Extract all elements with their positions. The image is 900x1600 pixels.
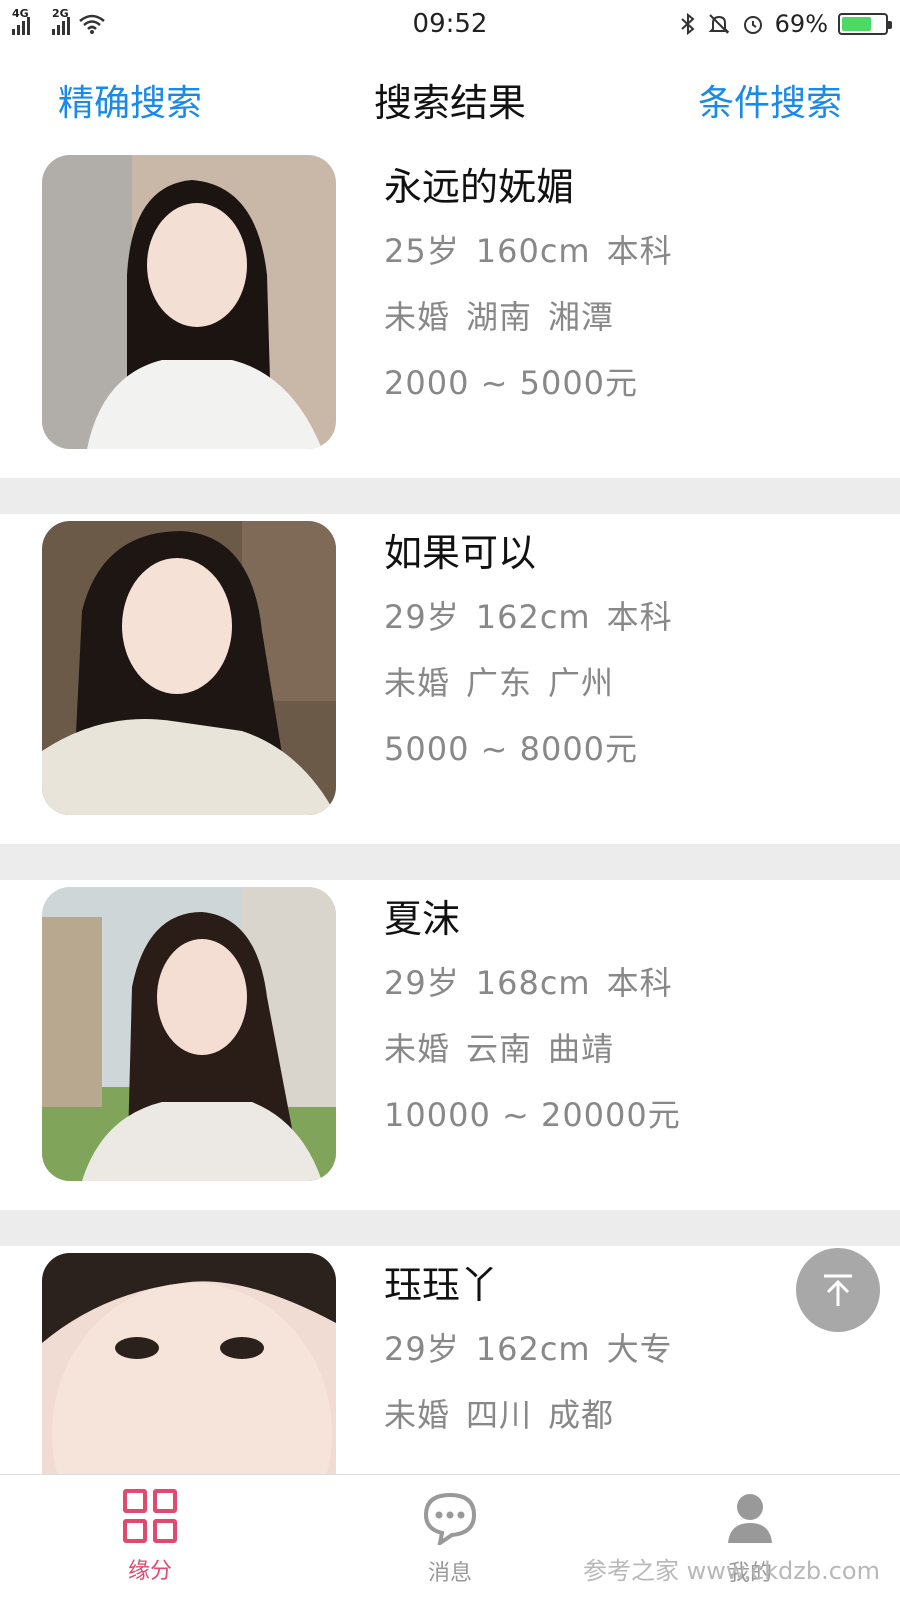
profile-name: 夏沫 bbox=[384, 897, 461, 941]
status-time: 09:52 bbox=[412, 9, 488, 39]
bluetooth-icon bbox=[680, 12, 695, 36]
battery-icon bbox=[838, 13, 892, 35]
profile-basics: 29岁 168cm 本科 bbox=[384, 950, 681, 1016]
tab-label: 消息 bbox=[427, 1561, 472, 1586]
profile-basics: 29岁 162cm 本科 bbox=[384, 584, 673, 650]
status-right: 69% bbox=[679, 10, 892, 38]
profile-province: 云南 bbox=[466, 1030, 533, 1068]
profile-age: 25岁 bbox=[384, 232, 460, 270]
alarm-clock-icon bbox=[743, 16, 762, 34]
profile-city: 湘潭 bbox=[548, 298, 615, 336]
result-list: 永远的妩媚 25岁 160cm 本科 未婚 湖南 湘潭 2000 ~ 5000元 如果可… bbox=[0, 148, 900, 1576]
profile-card[interactable]: 永远的妩媚 25岁 160cm 本科 未婚 湖南 湘潭 2000 ~ 5000元 bbox=[0, 148, 900, 478]
profile-avatar bbox=[42, 887, 336, 1181]
profile-age: 29岁 bbox=[384, 964, 460, 1002]
signal-4g-icon: 4G bbox=[12, 7, 30, 35]
profile-info: 夏沫 29岁 168cm 本科 未婚 云南 曲靖 10000 ~ 20000元 bbox=[384, 888, 681, 1148]
signal-2g-icon: 2G bbox=[52, 7, 70, 35]
profile-card[interactable]: 夏沫 29岁 168cm 本科 未婚 云南 曲靖 10000 ~ 20000元 bbox=[0, 880, 900, 1210]
profile-name: 永远的妩媚 bbox=[384, 165, 575, 209]
arrow-up-icon bbox=[824, 1274, 852, 1306]
tab-bar: 缘分 消息 我的 参考之家 www.ckdzb.com bbox=[0, 1474, 900, 1600]
profile-province: 广东 bbox=[466, 664, 533, 702]
list-separator bbox=[0, 1210, 900, 1246]
profile-marital-status: 未婚 bbox=[384, 1030, 451, 1068]
profile-province: 湖南 bbox=[466, 298, 533, 336]
profile-info: 永远的妩媚 25岁 160cm 本科 未婚 湖南 湘潭 2000 ~ 5000元 bbox=[384, 156, 673, 416]
tab-fate[interactable]: 缘分 bbox=[0, 1475, 300, 1600]
network-type-1: 4G bbox=[12, 7, 29, 20]
profile-avatar bbox=[42, 521, 336, 815]
profile-height: 162cm bbox=[475, 598, 591, 636]
profile-education: 本科 bbox=[606, 598, 673, 636]
profile-marital-status: 未婚 bbox=[384, 298, 451, 336]
profile-location: 未婚 湖南 湘潭 bbox=[384, 284, 673, 350]
condition-search-button[interactable]: 条件搜索 bbox=[698, 74, 842, 126]
profile-age: 29岁 bbox=[384, 1330, 460, 1368]
network-type-2: 2G bbox=[52, 7, 69, 20]
profile-height: 160cm bbox=[475, 232, 591, 270]
profile-education: 大专 bbox=[606, 1330, 673, 1368]
profile-income: 2000 ~ 5000元 bbox=[384, 364, 639, 402]
profile-city: 曲靖 bbox=[548, 1030, 615, 1068]
tab-messages[interactable]: 消息 bbox=[300, 1475, 600, 1600]
wifi-icon bbox=[79, 14, 105, 34]
profile-income: 5000 ~ 8000元 bbox=[384, 730, 639, 768]
profile-basics: 29岁 162cm 大专 bbox=[384, 1316, 673, 1382]
grid-icon bbox=[123, 1489, 177, 1543]
profile-city: 广州 bbox=[548, 664, 615, 702]
mute-bell-icon bbox=[708, 14, 730, 34]
battery-percent: 69% bbox=[774, 10, 828, 38]
battery-level-fill bbox=[842, 17, 871, 31]
profile-name: 珏珏丫 bbox=[384, 1263, 499, 1307]
profile-height: 168cm bbox=[475, 964, 591, 1002]
profile-location: 未婚 四川 成都 bbox=[384, 1382, 673, 1448]
profile-basics: 25岁 160cm 本科 bbox=[384, 218, 673, 284]
status-bar: 4G 2G 09:52 69% bbox=[0, 0, 900, 48]
profile-marital-status: 未婚 bbox=[384, 1396, 451, 1434]
back-to-top-button[interactable] bbox=[796, 1248, 880, 1332]
profile-age: 29岁 bbox=[384, 598, 460, 636]
profile-info: 珏珏丫 29岁 162cm 大专 未婚 四川 成都 bbox=[384, 1254, 673, 1448]
profile-education: 本科 bbox=[606, 232, 673, 270]
profile-education: 本科 bbox=[606, 964, 673, 1002]
profile-location: 未婚 云南 曲靖 bbox=[384, 1016, 681, 1082]
tab-label: 缘分 bbox=[127, 1559, 172, 1584]
profile-card[interactable]: 如果可以 29岁 162cm 本科 未婚 广东 广州 5000 ~ 8000元 bbox=[0, 514, 900, 844]
profile-info: 如果可以 29岁 162cm 本科 未婚 广东 广州 5000 ~ 8000元 bbox=[384, 522, 673, 782]
chat-bubble-icon bbox=[423, 1492, 477, 1545]
profile-city: 成都 bbox=[548, 1396, 615, 1434]
nav-bar: 精确搜索 搜索结果 条件搜索 bbox=[0, 48, 900, 148]
profile-income: 10000 ~ 20000元 bbox=[384, 1096, 681, 1134]
watermark: 参考之家 www.ckdzb.com bbox=[583, 1557, 880, 1585]
profile-height: 162cm bbox=[475, 1330, 591, 1368]
profile-avatar bbox=[42, 155, 336, 449]
status-left: 4G 2G bbox=[12, 7, 106, 35]
list-separator bbox=[0, 844, 900, 880]
profile-province: 四川 bbox=[466, 1396, 533, 1434]
profile-marital-status: 未婚 bbox=[384, 664, 451, 702]
list-separator bbox=[0, 478, 900, 514]
profile-name: 如果可以 bbox=[384, 531, 537, 575]
user-icon bbox=[728, 1494, 772, 1543]
profile-location: 未婚 广东 广州 bbox=[384, 650, 673, 716]
